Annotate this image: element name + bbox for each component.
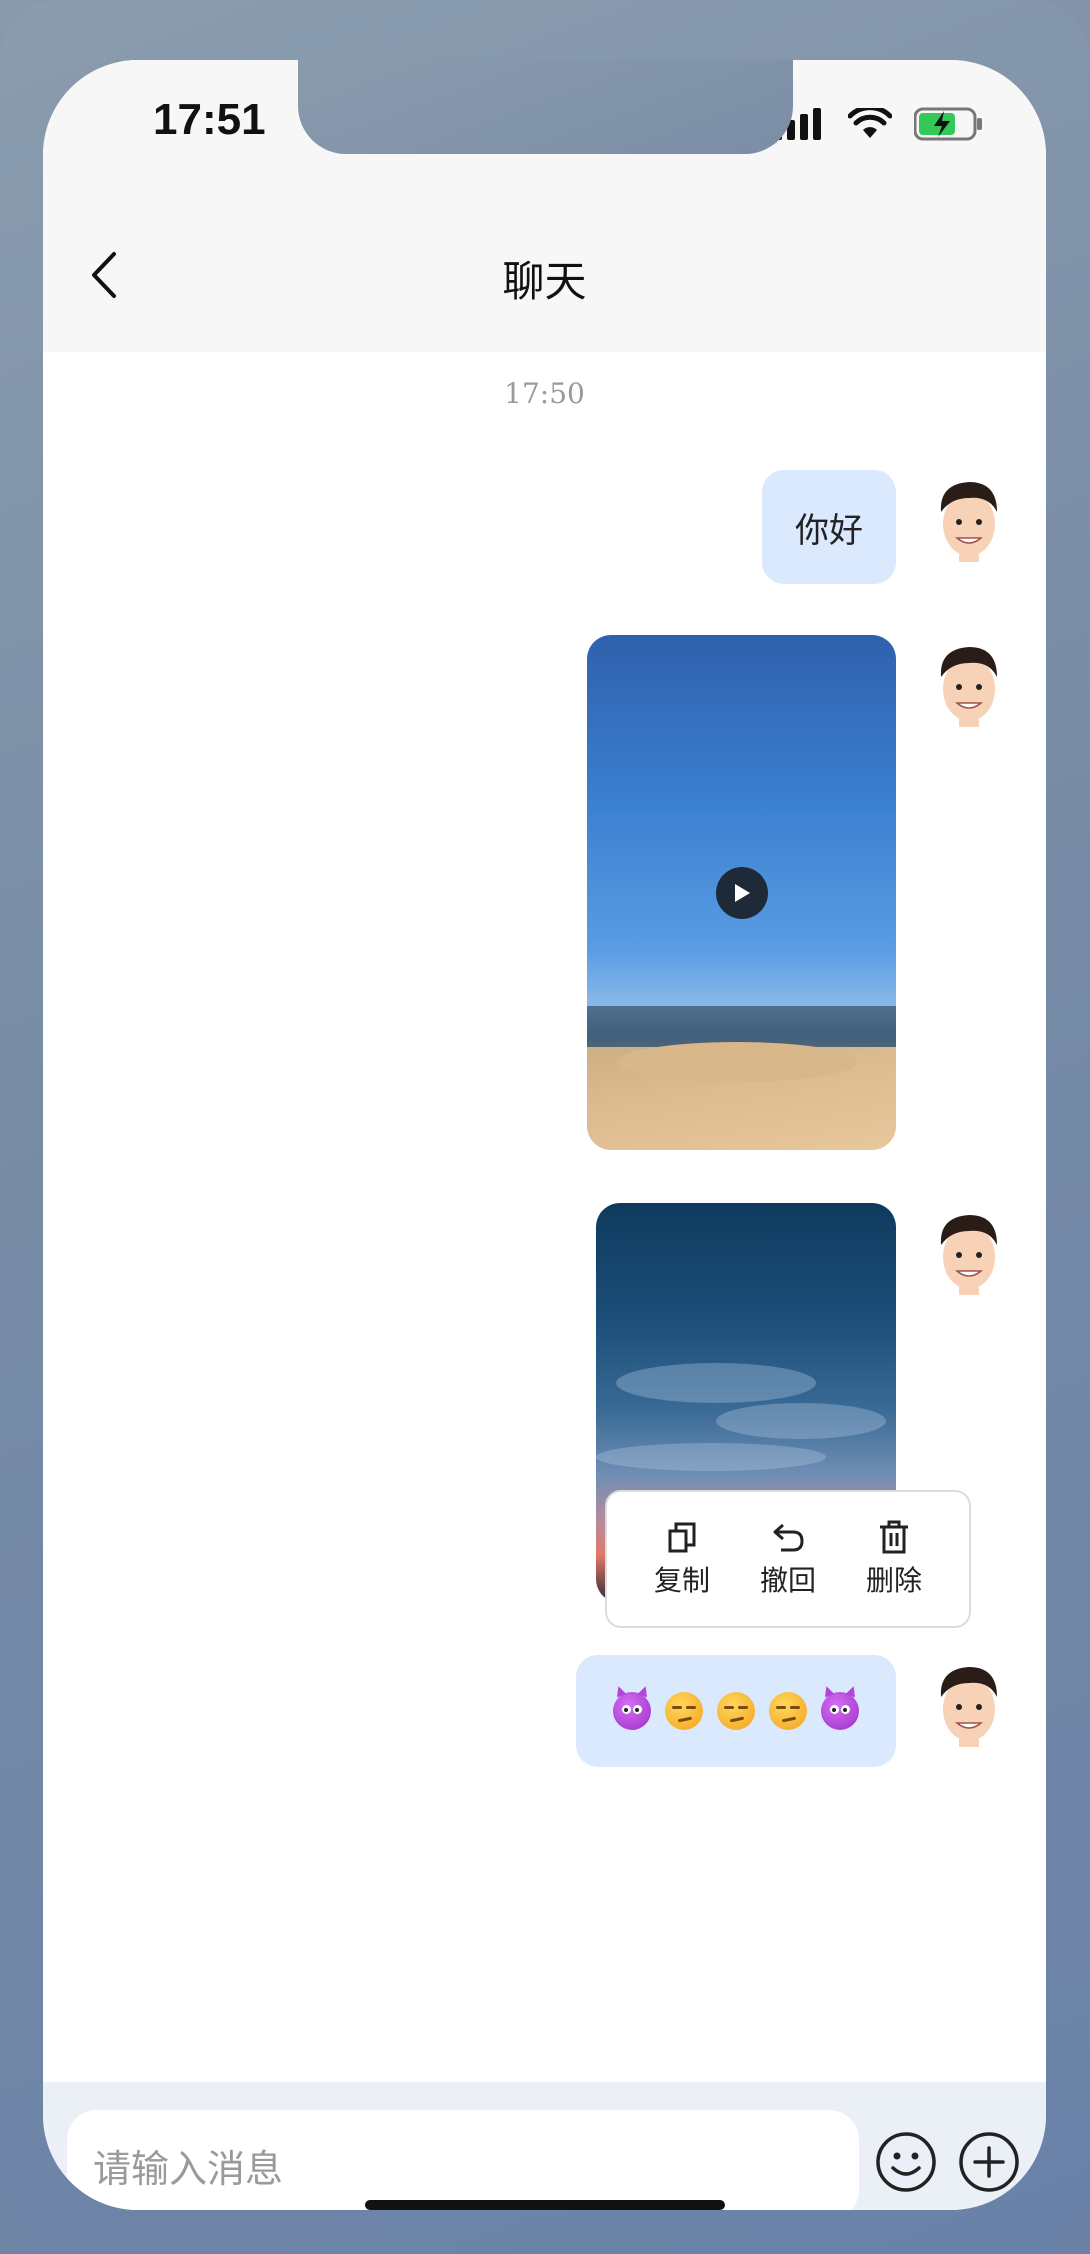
trash-icon xyxy=(879,1520,908,1554)
play-icon xyxy=(734,883,750,902)
user-avatar[interactable] xyxy=(929,1205,1009,1295)
video-thumbnail-sky xyxy=(587,635,896,1006)
image-cloud xyxy=(596,1443,826,1471)
delete-label: 删除 xyxy=(865,1564,922,1597)
copy-icon xyxy=(668,1522,696,1553)
delete-menu-item[interactable]: 删除 xyxy=(866,1519,922,1599)
user-avatar[interactable] xyxy=(929,637,1009,727)
wifi-icon xyxy=(848,108,892,138)
recall-menu-item[interactable]: 撤回 xyxy=(760,1519,816,1599)
plus-button[interactable] xyxy=(957,2130,1021,2194)
battery-icon xyxy=(914,107,982,141)
message-text: 你好 xyxy=(795,510,863,551)
text-message-bubble[interactable]: 你好 xyxy=(762,470,896,584)
video-thumbnail-dune xyxy=(617,1041,857,1082)
message-timestamp: 17:50 xyxy=(504,377,585,410)
home-indicator xyxy=(365,2200,725,2210)
status-icons xyxy=(774,106,984,142)
smirk-icon xyxy=(769,1692,807,1730)
copy-label: 复制 xyxy=(653,1564,710,1597)
copy-menu-item[interactable]: 复制 xyxy=(654,1519,710,1599)
chat-area: 17:50 你好 复制 撤回 删除 xyxy=(43,352,1046,2082)
devil-icon xyxy=(613,1692,651,1730)
devil-icon xyxy=(821,1692,859,1730)
emoji-message-bubble[interactable] xyxy=(576,1655,896,1767)
image-cloud xyxy=(716,1403,886,1439)
smirk-icon xyxy=(717,1692,755,1730)
video-message[interactable] xyxy=(587,635,896,1150)
undo-icon xyxy=(773,1523,804,1552)
message-input-placeholder: 请输入消息 xyxy=(93,2146,284,2191)
message-context-menu: 复制 撤回 删除 xyxy=(605,1490,971,1628)
screen: 17:51 聊天 17:50 你好 复制 撤回 删除 请输入消息 xyxy=(43,60,1046,2210)
page-title: 聊天 xyxy=(502,257,587,306)
emoji-button[interactable] xyxy=(874,2130,938,2194)
user-avatar[interactable] xyxy=(929,1657,1009,1747)
play-button[interactable] xyxy=(715,866,768,919)
smirk-icon xyxy=(665,1692,703,1730)
input-bar: 请输入消息 xyxy=(43,2082,1046,2210)
recall-label: 撤回 xyxy=(759,1564,816,1597)
notch xyxy=(298,60,793,154)
status-time: 17:51 xyxy=(153,95,266,144)
message-input[interactable]: 请输入消息 xyxy=(67,2110,859,2210)
image-cloud xyxy=(616,1363,816,1403)
navigation-bar: 聊天 xyxy=(43,200,1046,352)
user-avatar[interactable] xyxy=(929,472,1009,562)
